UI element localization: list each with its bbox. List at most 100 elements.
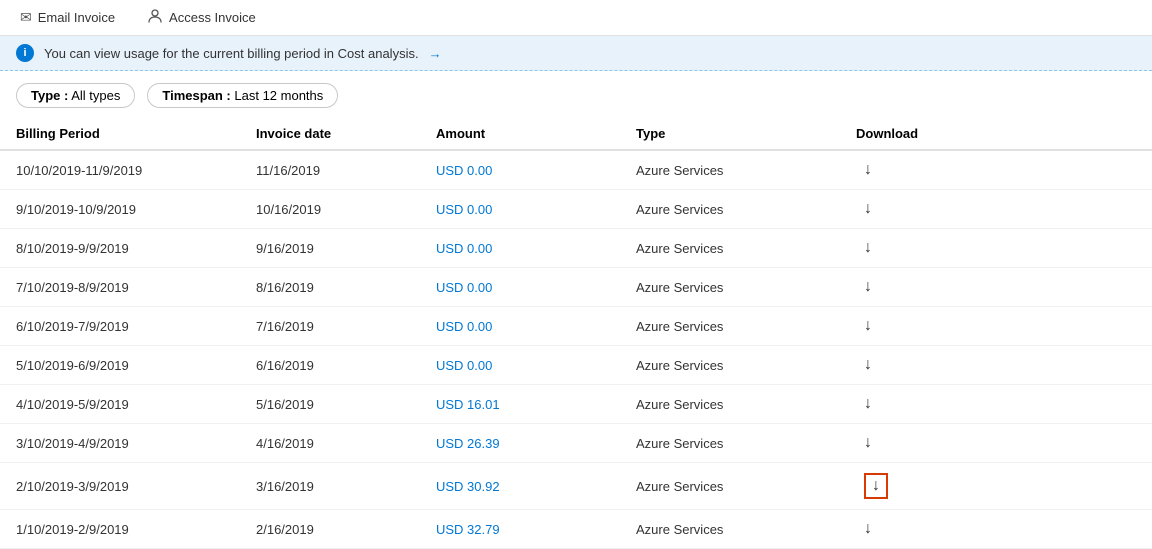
amount-cell: USD 30.92 [420, 463, 620, 510]
type-filter-label: Type : All types [31, 88, 120, 103]
download-button[interactable]: ↓ [856, 393, 880, 415]
download-button[interactable]: ↓ [856, 471, 896, 501]
type-cell: Azure Services [620, 229, 840, 268]
person-icon [147, 8, 163, 27]
timespan-filter-label: Timespan : Last 12 months [162, 88, 323, 103]
billing-period-cell: 10/10/2019-11/9/2019 [0, 150, 240, 190]
amount-cell: USD 26.39 [420, 424, 620, 463]
email-icon: ✉ [20, 9, 32, 26]
invoice-date-cell: 2/16/2019 [240, 510, 420, 549]
amount-link[interactable]: USD 32.79 [436, 522, 500, 537]
amount-cell: USD 0.00 [420, 307, 620, 346]
download-cell: ↓ [840, 385, 1152, 424]
type-filter[interactable]: Type : All types [16, 83, 135, 108]
amount-header: Amount [420, 118, 620, 150]
type-cell: Azure Services [620, 346, 840, 385]
download-button[interactable]: ↓ [856, 315, 880, 337]
download-highlighted-wrapper: ↓ [864, 473, 888, 499]
type-cell: Azure Services [620, 150, 840, 190]
invoice-date-cell: 5/16/2019 [240, 385, 420, 424]
timespan-value-text: Last 12 months [234, 88, 323, 103]
billing-period-cell: 6/10/2019-7/9/2019 [0, 307, 240, 346]
download-button[interactable]: ↓ [856, 518, 880, 540]
table-row: 8/10/2019-9/9/20199/16/2019USD 0.00Azure… [0, 229, 1152, 268]
amount-cell: USD 0.00 [420, 150, 620, 190]
billing-period-cell: 4/10/2019-5/9/2019 [0, 385, 240, 424]
timespan-label-text: Timespan : [162, 88, 230, 103]
download-button[interactable]: ↓ [856, 354, 880, 376]
download-button[interactable]: ↓ [856, 432, 880, 454]
invoice-date-cell: 6/16/2019 [240, 346, 420, 385]
download-cell: ↓ [840, 307, 1152, 346]
table-row: 4/10/2019-5/9/20195/16/2019USD 16.01Azur… [0, 385, 1152, 424]
info-icon: i [16, 44, 34, 62]
amount-link[interactable]: USD 0.00 [436, 163, 492, 178]
banner-link[interactable]: → [429, 46, 442, 61]
info-banner: i You can view usage for the current bil… [0, 36, 1152, 71]
type-cell: Azure Services [620, 307, 840, 346]
type-label-text: Type : [31, 88, 68, 103]
access-invoice-button[interactable]: Access Invoice [143, 6, 260, 29]
toolbar: ✉ Email Invoice Access Invoice [0, 0, 1152, 36]
table-row: 2/10/2019-3/9/20193/16/2019 USD 30.92 Azur… [0, 463, 1152, 510]
invoice-date-cell: 8/16/2019 [240, 268, 420, 307]
amount-link[interactable]: USD 0.00 [436, 358, 492, 373]
download-cell: ↓ [840, 190, 1152, 229]
type-value-text: All types [71, 88, 120, 103]
invoice-date-cell: 3/16/2019 [240, 463, 420, 510]
amount-cell: USD 0.00 [420, 346, 620, 385]
billing-period-cell: 2/10/2019-3/9/2019 [0, 463, 240, 510]
table-row: 7/10/2019-8/9/20198/16/2019 USD 0.00 Azure… [0, 268, 1152, 307]
amount-link[interactable]: USD 0.00 [436, 319, 492, 334]
billing-period-cell: 7/10/2019-8/9/2019 [0, 268, 240, 307]
invoice-date-cell: 7/16/2019 [240, 307, 420, 346]
amount-link[interactable]: USD 16.01 [436, 397, 500, 412]
download-cell: ↓ [840, 424, 1152, 463]
type-cell: Azure Services [620, 268, 840, 307]
amount-link[interactable]: USD 0.00 [436, 202, 492, 217]
download-button[interactable]: ↓ [856, 276, 880, 298]
type-cell: Azure Services [620, 424, 840, 463]
billing-period-header: Billing Period [0, 118, 240, 150]
billing-period-cell: 8/10/2019-9/9/2019 [0, 229, 240, 268]
billing-period-cell: 5/10/2019-6/9/2019 [0, 346, 240, 385]
banner-message: You can view usage for the current billi… [44, 46, 419, 61]
download-cell: ↓ [840, 229, 1152, 268]
download-button[interactable]: ↓ [856, 237, 880, 259]
table-row: 6/10/2019-7/9/20197/16/2019 USD 0.00 Azure… [0, 307, 1152, 346]
table-header-row: Billing Period Invoice date Amount Type … [0, 118, 1152, 150]
invoice-date-cell: 11/16/2019 [240, 150, 420, 190]
download-header: Download [840, 118, 1152, 150]
amount-link[interactable]: USD 0.00 [436, 241, 492, 256]
invoice-date-header: Invoice date [240, 118, 420, 150]
timespan-filter[interactable]: Timespan : Last 12 months [147, 83, 338, 108]
amount-link[interactable]: USD 26.39 [436, 436, 500, 451]
invoice-date-cell: 4/16/2019 [240, 424, 420, 463]
billing-period-cell: 3/10/2019-4/9/2019 [0, 424, 240, 463]
download-cell: ↓ [840, 510, 1152, 549]
table-row: 5/10/2019-6/9/20196/16/2019 USD 0.00 Azure… [0, 346, 1152, 385]
type-cell: Azure Services [620, 190, 840, 229]
type-cell: Azure Services [620, 463, 840, 510]
table-row: 9/10/2019-10/9/201910/16/2019 USD 0.00 Azu… [0, 190, 1152, 229]
download-cell: ↓ [840, 346, 1152, 385]
type-header: Type [620, 118, 840, 150]
billing-period-cell: 9/10/2019-10/9/2019 [0, 190, 240, 229]
email-invoice-label: Email Invoice [38, 10, 115, 25]
amount-link[interactable]: USD 30.92 [436, 479, 500, 494]
amount-cell: USD 32.79 [420, 510, 620, 549]
table-row: 10/10/2019-11/9/201911/16/2019 USD 0.00 Az… [0, 150, 1152, 190]
amount-cell: USD 0.00 [420, 268, 620, 307]
download-cell: ↓ [840, 268, 1152, 307]
amount-cell: USD 0.00 [420, 190, 620, 229]
email-invoice-button[interactable]: ✉ Email Invoice [16, 7, 119, 28]
amount-link[interactable]: USD 0.00 [436, 280, 492, 295]
filters-bar: Type : All types Timespan : Last 12 mont… [0, 71, 1152, 118]
invoice-date-cell: 10/16/2019 [240, 190, 420, 229]
table-row: 3/10/2019-4/9/20194/16/2019 USD 26.39 Azur… [0, 424, 1152, 463]
billing-period-cell: 1/10/2019-2/9/2019 [0, 510, 240, 549]
download-button[interactable]: ↓ [856, 159, 880, 181]
download-cell: ↓ [840, 150, 1152, 190]
amount-cell: USD 0.00 [420, 229, 620, 268]
download-button[interactable]: ↓ [856, 198, 880, 220]
